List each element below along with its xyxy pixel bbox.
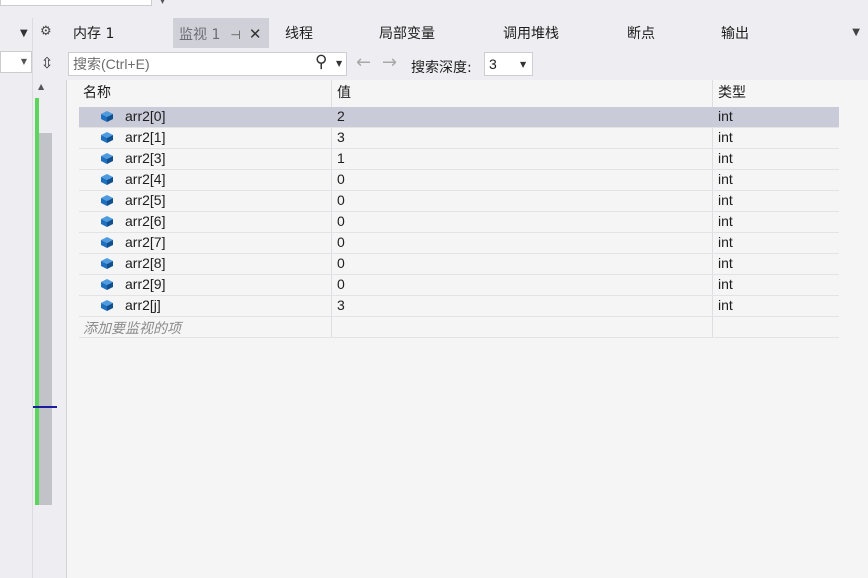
variable-cube-icon (100, 278, 114, 295)
watch-grid: 名称 值 类型 arr2[0] 2 int arr2[1] 3 int arr2[3] 1 in… (66, 80, 868, 578)
variable-cube-icon (100, 131, 114, 148)
tab-threads[interactable]: 线程 (285, 18, 313, 48)
table-row[interactable]: arr2[6] 0 int (79, 212, 839, 233)
left-dropdown[interactable]: ▼ (0, 51, 32, 73)
row-value[interactable]: 3 (337, 129, 345, 145)
row-type: int (718, 213, 733, 229)
row-type: int (718, 276, 733, 292)
row-name: arr2[8] (125, 255, 166, 271)
tab-label: 局部变量 (379, 26, 435, 42)
row-value[interactable]: 0 (337, 255, 345, 271)
arrow-right-icon[interactable]: → (382, 52, 397, 73)
tab-bar: 内存 1 监视 1 ⊣ ✕ 线程 局部变量 调用堆栈 断点 输出 ▼ (62, 18, 868, 48)
scrollbar-thumb[interactable] (39, 133, 52, 505)
chevron-down-icon: ▼ (520, 60, 527, 69)
add-watch-row[interactable]: 添加要监视的项 (79, 317, 839, 338)
tab-label: 输出 (721, 26, 749, 42)
variable-cube-icon (100, 110, 114, 127)
search-depth-select[interactable]: 3 ▼ (484, 52, 533, 76)
table-row[interactable]: arr2[1] 3 int (79, 128, 839, 149)
row-value[interactable]: 1 (337, 150, 345, 166)
chevron-down-icon: ▼ (20, 57, 27, 66)
row-value[interactable]: 0 (337, 213, 345, 229)
gear-icon[interactable]: ⚙ (40, 24, 52, 39)
row-type: int (718, 192, 733, 208)
variable-cube-icon (100, 152, 114, 169)
table-row[interactable]: arr2[8] 0 int (79, 254, 839, 275)
chevron-down-icon[interactable]: ▼ (20, 28, 28, 39)
tab-label: 线程 (285, 26, 313, 42)
chevron-down-icon[interactable]: ▼ (336, 59, 342, 68)
pin-icon[interactable]: ⊣ (230, 28, 240, 42)
row-name: arr2[7] (125, 234, 166, 250)
table-row[interactable]: arr2[4] 0 int (79, 170, 839, 191)
row-type: int (718, 129, 733, 145)
row-name: arr2[9] (125, 276, 166, 292)
tab-label: 调用堆栈 (503, 26, 559, 42)
variable-cube-icon (100, 194, 114, 211)
variable-cube-icon (100, 236, 114, 253)
row-value[interactable]: 0 (337, 192, 345, 208)
row-type: int (718, 234, 733, 250)
tab-label: 断点 (627, 26, 655, 42)
row-type: int (718, 150, 733, 166)
column-header-name[interactable]: 名称 (83, 80, 111, 106)
left-panel: ▼ ⚙ ▼ ⇳ ▲ (0, 18, 62, 578)
table-row[interactable]: arr2[7] 0 int (79, 233, 839, 254)
variable-cube-icon (100, 173, 114, 190)
tab-output[interactable]: 输出 (721, 18, 749, 48)
search-depth-value: 3 (489, 56, 497, 72)
watch-toolbar: ⚲ ▼ ← → 搜索深度: 3 ▼ (66, 48, 868, 80)
arrow-left-icon[interactable]: ← (356, 52, 371, 73)
table-row[interactable]: arr2[5] 0 int (79, 191, 839, 212)
variable-cube-icon (100, 299, 114, 316)
tab-call-stack[interactable]: 调用堆栈 (503, 18, 559, 48)
row-name: arr2[4] (125, 171, 166, 187)
variable-cube-icon (100, 257, 114, 274)
row-value[interactable]: 0 (337, 234, 345, 250)
column-header-type[interactable]: 类型 (718, 80, 746, 106)
search-depth-label: 搜索深度: (411, 60, 472, 76)
row-name: arr2[3] (125, 150, 166, 166)
row-value[interactable]: 3 (337, 297, 345, 313)
table-row[interactable]: arr2[3] 1 int (79, 149, 839, 170)
table-row[interactable]: arr2[j] 3 int (79, 296, 839, 317)
table-row[interactable]: arr2[9] 0 int (79, 275, 839, 296)
row-type: int (718, 171, 733, 187)
scroll-up-icon[interactable]: ▲ (38, 82, 44, 91)
row-value[interactable]: 0 (337, 171, 345, 187)
chevron-down-icon[interactable]: ▾ (160, 0, 165, 7)
top-strip: ▾ (0, 0, 868, 18)
search-box: ⚲ ▼ (68, 52, 347, 76)
row-type: int (718, 297, 733, 313)
variable-cube-icon (100, 215, 114, 232)
row-value[interactable]: 2 (337, 108, 345, 124)
row-type: int (718, 108, 733, 124)
column-header-value[interactable]: 值 (337, 80, 351, 106)
row-name: arr2[j] (125, 297, 161, 313)
row-name: arr2[0] (125, 108, 166, 124)
tab-overflow-icon[interactable]: ▼ (852, 27, 860, 38)
caret-position-marker (33, 406, 57, 408)
table-row[interactable]: arr2[0] 2 int (79, 107, 839, 128)
tab-memory-1[interactable]: 内存 1 (73, 18, 114, 48)
tab-label: 监视 1 (179, 27, 221, 43)
top-input-remnant[interactable] (0, 0, 152, 6)
row-name: arr2[5] (125, 192, 166, 208)
split-icon[interactable]: ⇳ (36, 53, 58, 73)
close-icon[interactable]: ✕ (249, 25, 262, 43)
tab-breakpoints[interactable]: 断点 (627, 18, 655, 48)
tab-watch-1[interactable]: 监视 1 ⊣ ✕ (173, 18, 270, 48)
row-name: arr2[1] (125, 129, 166, 145)
tab-locals[interactable]: 局部变量 (379, 18, 435, 48)
search-icon[interactable]: ⚲ (315, 52, 327, 72)
search-input[interactable] (73, 55, 303, 73)
divider (32, 18, 33, 578)
tab-label: 内存 1 (73, 26, 115, 42)
add-watch-placeholder: 添加要监视的项 (83, 321, 181, 337)
row-value[interactable]: 0 (337, 276, 345, 292)
row-name: arr2[6] (125, 213, 166, 229)
row-type: int (718, 255, 733, 271)
